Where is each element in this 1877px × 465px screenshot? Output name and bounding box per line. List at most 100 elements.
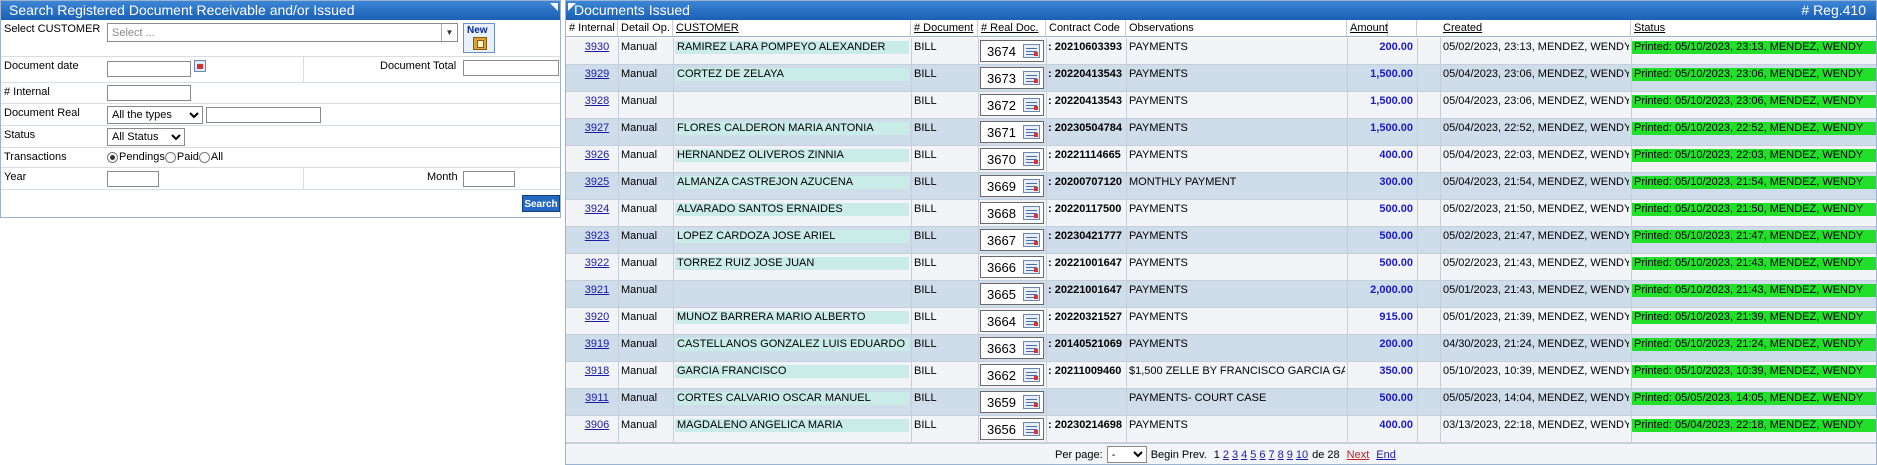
real-doc-box[interactable]: 3672 [980, 94, 1044, 116]
real-doc-box[interactable]: 3670 [980, 148, 1044, 170]
column-divider [1417, 227, 1418, 254]
column-divider [1440, 146, 1441, 173]
internal-link[interactable]: 3927 [580, 122, 614, 134]
year-input[interactable] [107, 171, 159, 187]
real-doc-box[interactable]: 3656 [980, 418, 1044, 440]
end-page-link[interactable]: End [1376, 449, 1396, 461]
column-divider [618, 254, 619, 281]
document-total-input[interactable] [463, 60, 559, 76]
chevron-down-icon[interactable]: ▼ [441, 24, 457, 41]
next-page-link[interactable]: Next [1347, 449, 1370, 461]
internal-link[interactable]: 3921 [580, 284, 614, 296]
page-link-3[interactable]: 3 [1232, 449, 1238, 461]
col-customer[interactable]: CUSTOMER [673, 20, 911, 36]
document-print-icon[interactable] [1023, 206, 1040, 220]
document-print-icon[interactable] [1023, 422, 1040, 436]
real-doc-box[interactable]: 3669 [980, 175, 1044, 197]
col-internal[interactable]: # Internal [566, 20, 618, 36]
column-divider [673, 173, 674, 200]
amount: 350.00 [1379, 365, 1413, 377]
col-document[interactable]: # Document [911, 20, 978, 36]
internal-link[interactable]: 3930 [580, 41, 614, 53]
document-print-icon[interactable] [1023, 44, 1040, 58]
document-print-icon[interactable] [1023, 71, 1040, 85]
document-print-icon[interactable] [1023, 179, 1040, 193]
internal-link[interactable]: 3924 [580, 203, 614, 215]
internal-link[interactable]: 3918 [580, 365, 614, 377]
column-divider [1347, 335, 1348, 362]
page-link-10[interactable]: 10 [1296, 449, 1308, 461]
document-print-icon[interactable] [1023, 125, 1040, 139]
col-amount[interactable]: Amount [1347, 20, 1417, 36]
col-real-doc[interactable]: # Real Doc. [978, 20, 1046, 36]
collapse-corner-icon[interactable] [568, 3, 576, 11]
page-link-4[interactable]: 4 [1241, 449, 1247, 461]
new-customer-button[interactable]: New [463, 23, 495, 53]
internal-link[interactable]: 3919 [580, 338, 614, 350]
page-link-8[interactable]: 8 [1278, 449, 1284, 461]
document-real-input[interactable] [206, 107, 321, 123]
radio-paid[interactable] [164, 151, 176, 163]
real-doc-box[interactable]: 3674 [980, 40, 1044, 62]
document-print-icon[interactable] [1023, 341, 1040, 355]
document-print-icon[interactable] [1023, 314, 1040, 328]
document-print-icon[interactable] [1023, 152, 1040, 166]
real-doc-box[interactable]: 3662 [980, 364, 1044, 386]
internal-link[interactable]: 3906 [580, 419, 614, 431]
observations: PAYMENTS [1129, 284, 1188, 296]
column-divider [1347, 146, 1348, 173]
per-page-select[interactable]: - [1106, 446, 1147, 463]
page-link-6[interactable]: 6 [1259, 449, 1265, 461]
real-doc-box[interactable]: 3673 [980, 67, 1044, 89]
document-print-icon[interactable] [1023, 287, 1040, 301]
status-select[interactable]: All Status [107, 128, 185, 146]
col-detail-op[interactable]: Detail Op. [618, 20, 673, 36]
column-divider [1126, 119, 1127, 146]
page-link-2[interactable]: 2 [1223, 449, 1229, 461]
col-created-label[interactable]: Created [1440, 20, 1631, 36]
internal-link[interactable]: 3923 [580, 230, 614, 242]
col-status[interactable]: Status [1631, 20, 1876, 36]
real-doc-box[interactable]: 3671 [980, 121, 1044, 143]
real-doc-box[interactable]: 3663 [980, 337, 1044, 359]
real-doc-box[interactable]: 3664 [980, 310, 1044, 332]
column-divider [978, 65, 979, 92]
document-print-icon[interactable] [1023, 98, 1040, 112]
real-doc-box[interactable]: 3665 [980, 283, 1044, 305]
search-panel-header: Search Registered Document Receivable an… [1, 1, 560, 20]
status-badge: Printed: 05/10/2023, 23:06, MENDEZ, WEND… [1632, 95, 1876, 108]
radio-all[interactable] [198, 151, 210, 163]
internal-link[interactable]: 3920 [580, 311, 614, 323]
document-real-type-select[interactable]: All the types [107, 106, 203, 124]
internal-link[interactable]: 3928 [580, 95, 614, 107]
document-date-input[interactable] [107, 61, 191, 77]
internal-input[interactable] [107, 85, 191, 101]
radio-pendings-label: Pendings [119, 151, 165, 163]
internal-link[interactable]: 3911 [580, 392, 614, 404]
document-print-icon[interactable] [1023, 395, 1040, 409]
real-doc-box[interactable]: 3666 [980, 256, 1044, 278]
internal-link[interactable]: 3929 [580, 68, 614, 80]
search-button[interactable]: Search [522, 195, 560, 212]
document-print-icon[interactable] [1023, 233, 1040, 247]
internal-link[interactable]: 3925 [580, 176, 614, 188]
document-print-icon[interactable] [1023, 260, 1040, 274]
radio-pendings[interactable] [107, 151, 118, 163]
document-print-icon[interactable] [1023, 368, 1040, 382]
page-link-9[interactable]: 9 [1287, 449, 1293, 461]
real-doc-box[interactable]: 3667 [980, 229, 1044, 251]
real-doc-box[interactable]: 3668 [980, 202, 1044, 224]
internal-link[interactable]: 3922 [580, 257, 614, 269]
internal-link[interactable]: 3926 [580, 149, 614, 161]
real-doc-box[interactable]: 3659 [980, 391, 1044, 413]
col-contract-code[interactable]: Contract Code [1046, 20, 1126, 36]
collapse-corner-icon[interactable] [550, 3, 558, 11]
calendar-icon[interactable] [194, 60, 206, 72]
page-link-7[interactable]: 7 [1269, 449, 1275, 461]
customer-name: LOPEZ CARDOZA JOSE ARIEL [675, 230, 909, 243]
page-link-5[interactable]: 5 [1250, 449, 1256, 461]
customer-select[interactable]: Select ... ▼ [107, 23, 458, 42]
column-divider [1417, 362, 1418, 389]
col-observations[interactable]: Observations [1126, 20, 1347, 36]
month-input[interactable] [463, 171, 515, 187]
